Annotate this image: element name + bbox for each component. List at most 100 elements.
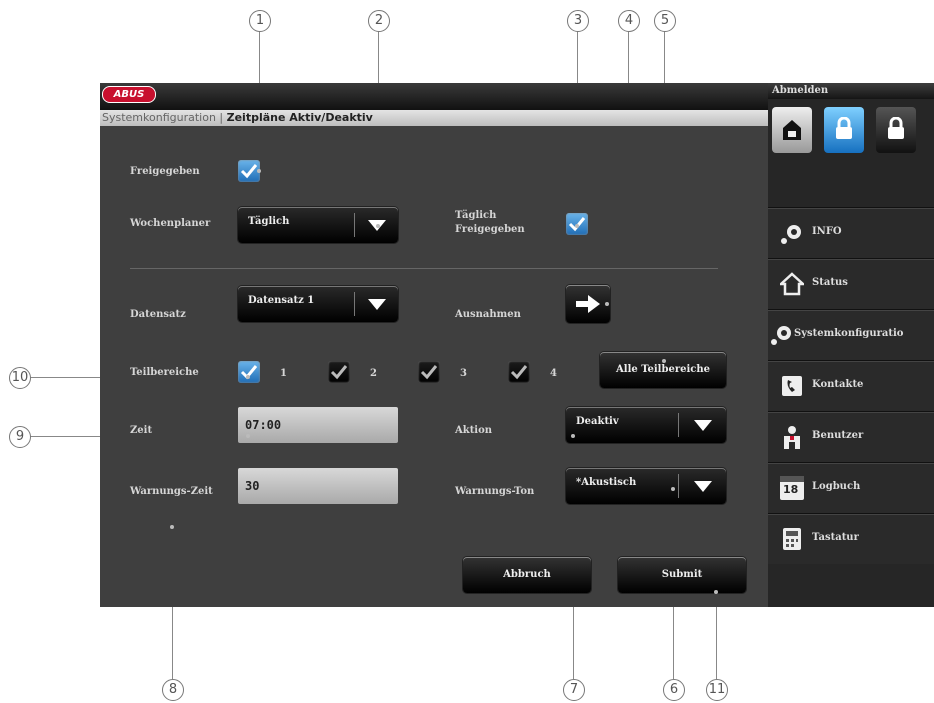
sidebar-item-tastatur[interactable]: Tastatur: [768, 513, 934, 564]
dropdown-separator: [678, 413, 679, 437]
callout-dot-3: [575, 224, 579, 228]
keypad-icon: [783, 528, 801, 550]
zeit-input[interactable]: 07:00: [238, 407, 398, 443]
device-screen: ABUS Systemkonfiguration | Zeitpläne Akt…: [100, 83, 934, 607]
callout-9: 9: [9, 426, 31, 448]
callout-3: 3: [567, 10, 589, 32]
teilbereich-4-checkbox[interactable]: [508, 361, 530, 383]
teilbereich-4-number: 4: [550, 368, 557, 379]
aktion-label: Aktion: [455, 425, 493, 436]
sidebar-item-systemkonfiguration[interactable]: Systemkonfiguratio: [768, 309, 934, 360]
callout-dot-10: [246, 375, 250, 379]
datensatz-value: Datensatz 1: [248, 295, 315, 306]
abus-logo: ABUS: [102, 86, 156, 103]
checkmark-icon: [330, 365, 348, 380]
sidebar-item-status[interactable]: Status: [768, 258, 934, 309]
callout-dot-2: [376, 224, 380, 228]
teilbereiche-label: Teilbereiche: [130, 367, 199, 378]
callout-5: 5: [654, 10, 676, 32]
datensatz-label: Datensatz: [130, 309, 186, 320]
lock-mode-1-button[interactable]: [772, 107, 812, 153]
alle-teilbereiche-button[interactable]: Alle Teilbereiche: [600, 352, 726, 388]
chevron-down-icon: [694, 420, 712, 431]
callout-1: 1: [249, 10, 271, 32]
sidebar-item-label: Benutzer: [812, 430, 864, 441]
sidebar-item-benutzer[interactable]: Benutzer: [768, 411, 934, 462]
wochenplaner-value: Täglich: [248, 216, 290, 227]
chevron-down-icon: [368, 299, 386, 310]
sidebar-item-kontakte[interactable]: Kontakte: [768, 360, 934, 411]
warnungs-zeit-label: Warnungs-Zeit: [130, 486, 213, 497]
ausnahmen-label: Ausnahmen: [455, 309, 521, 320]
breadcrumb-separator: |: [215, 111, 227, 124]
abbruch-button[interactable]: Abbruch: [463, 557, 591, 593]
callout-dot-11: [714, 590, 718, 594]
zeit-label: Zeit: [130, 425, 153, 436]
callout-dot-9: [246, 434, 250, 438]
user-icon: [784, 426, 800, 449]
teilbereich-3-number: 3: [460, 368, 467, 379]
top-bar: ABUS: [100, 83, 768, 110]
ausnahmen-button[interactable]: [566, 285, 610, 323]
calendar-number: 18: [783, 483, 799, 496]
house-lock-icon: [783, 120, 801, 140]
warnungs-ton-dropdown[interactable]: *Akustisch: [566, 468, 726, 504]
warnungs-ton-label: Warnungs-Ton: [455, 486, 535, 497]
callout-dot-4: [605, 302, 609, 306]
dropdown-separator: [678, 474, 679, 498]
sidebar-item-label: Kontakte: [812, 379, 864, 390]
aktion-value: Deaktiv: [576, 416, 619, 427]
teilbereich-1-checkbox[interactable]: [238, 361, 260, 383]
callout-dot-1: [257, 169, 261, 173]
teilbereich-2-checkbox[interactable]: [328, 361, 350, 383]
dropdown-separator: [354, 213, 355, 237]
gear-icon: [781, 225, 801, 244]
callout-8: 8: [162, 679, 184, 701]
sidebar-item-label: INFO: [812, 226, 842, 237]
callout-6: 6: [663, 679, 685, 701]
callout-2: 2: [368, 10, 390, 32]
breadcrumb-item-systemkonfiguration[interactable]: Systemkonfiguration: [100, 111, 216, 124]
lock-closed-icon: [888, 117, 904, 139]
callout-11: 11: [706, 679, 728, 701]
breadcrumb: Systemkonfiguration | Zeitpläne Aktiv/De…: [100, 110, 768, 126]
sidebar-item-label: Status: [812, 277, 848, 288]
teilbereich-2-number: 2: [370, 368, 377, 379]
chevron-down-icon: [694, 481, 712, 492]
checkmark-icon: [240, 164, 258, 179]
teilbereich-1-number: 1: [280, 368, 287, 379]
arrow-right-icon: [576, 295, 600, 313]
sidebar: Abmelden INFO Status Systemkonfiguratio …: [768, 83, 934, 607]
lock-open-icon: [836, 117, 852, 139]
lock-mode-2-button[interactable]: [824, 107, 864, 153]
house-icon: [780, 272, 804, 296]
main-panel: Freigegeben Wochenplaner Täglich Täglich…: [100, 126, 768, 607]
sidebar-item-info[interactable]: INFO: [768, 207, 934, 258]
teilbereich-3-checkbox[interactable]: [418, 361, 440, 383]
callout-10: 10: [9, 367, 31, 389]
breadcrumb-item-current: Zeitpläne Aktiv/Deaktiv: [226, 111, 373, 124]
checkmark-icon: [510, 365, 528, 380]
lock-mode-3-button[interactable]: [876, 107, 916, 153]
datensatz-dropdown[interactable]: Datensatz 1: [238, 286, 398, 322]
freigegeben-label: Freigegeben: [130, 166, 200, 177]
phone-book-icon: [782, 376, 802, 396]
warnungs-zeit-input[interactable]: 30: [238, 468, 398, 504]
warnungs-zeit-value: 30: [245, 479, 260, 493]
callout-dot-5: [662, 359, 666, 363]
taeglich-label-line2: Freigegeben: [455, 224, 525, 235]
callout-dot-6: [671, 487, 675, 491]
sidebar-item-label: Logbuch: [812, 481, 861, 492]
wochenplaner-dropdown[interactable]: Täglich: [238, 207, 398, 243]
callout-4: 4: [618, 10, 640, 32]
divider: [130, 268, 718, 269]
abmelden-button[interactable]: Abmelden: [768, 83, 934, 99]
callout-dot-8: [170, 525, 174, 529]
sidebar-item-label: Systemkonfiguratio: [794, 328, 904, 339]
wochenplaner-label: Wochenplaner: [130, 218, 211, 229]
checkmark-icon: [420, 365, 438, 380]
aktion-dropdown[interactable]: Deaktiv: [566, 407, 726, 443]
sidebar-item-label: Tastatur: [812, 532, 859, 543]
sidebar-item-logbuch[interactable]: 18 Logbuch: [768, 462, 934, 513]
submit-button[interactable]: Submit: [618, 557, 746, 593]
